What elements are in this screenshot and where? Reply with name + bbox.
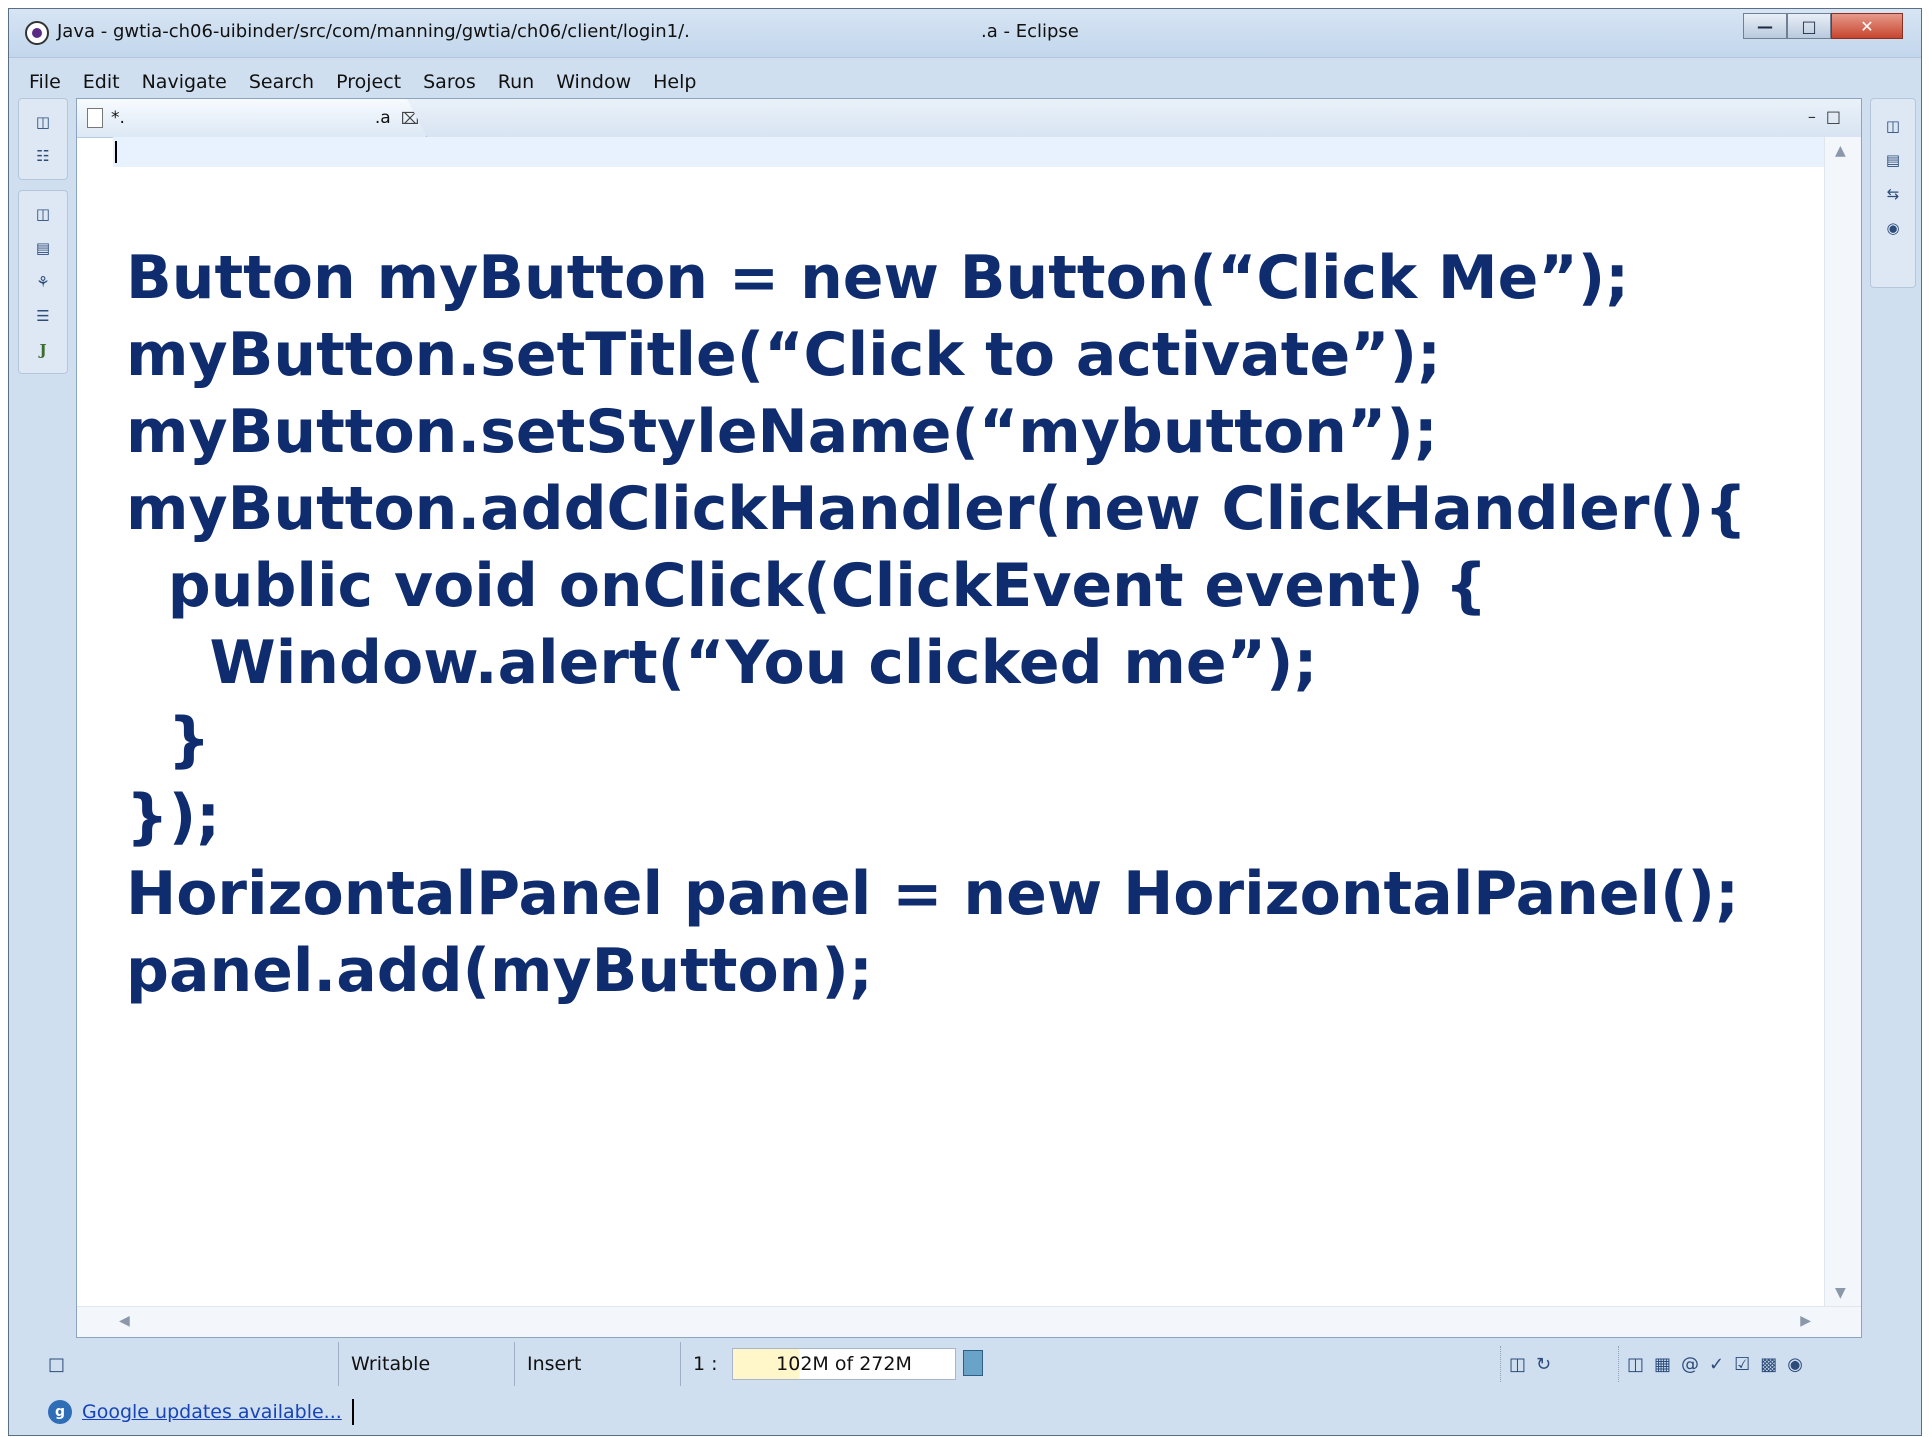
problems-icon[interactable]: ▦: [1654, 1354, 1671, 1375]
editor-tab-strip: *. .a ⌧ –□: [77, 99, 1861, 138]
tasks-icon[interactable]: ☑: [1734, 1354, 1750, 1375]
view-controls[interactable]: –□: [1808, 107, 1851, 126]
menu-navigate[interactable]: Navigate: [142, 71, 227, 93]
bottom-right-trim-1: ◫ ↻: [1500, 1346, 1559, 1382]
menu-edit[interactable]: Edit: [83, 71, 120, 93]
menu-file[interactable]: File: [29, 71, 61, 93]
heap-status[interactable]: 102M of 272M: [732, 1348, 956, 1380]
right-trim-toolbar: ◫ ▤ ⇆ ◉: [1870, 98, 1916, 288]
bottom-right-trim-2: ◫ ▦ @ ✓ ☑ ▩ ◉: [1618, 1346, 1811, 1382]
fast-view-icon[interactable]: □: [48, 1354, 65, 1375]
servers-icon[interactable]: ◉: [1882, 217, 1904, 239]
scroll-right-icon[interactable]: ▶: [1800, 1313, 1811, 1329]
hierarchy-icon[interactable]: ☷: [32, 145, 54, 167]
progress-icon[interactable]: ↻: [1536, 1354, 1551, 1375]
code-line: }: [126, 705, 211, 775]
restore-icon[interactable]: ◫: [32, 203, 54, 225]
garbage-collect-icon[interactable]: [963, 1350, 983, 1376]
scroll-left-icon[interactable]: ◀: [119, 1313, 130, 1329]
updates-link[interactable]: Google updates available...: [82, 1401, 342, 1423]
status-separator: [351, 1399, 354, 1425]
menu-bar: File Edit Navigate Search Project Saros …: [9, 64, 1921, 100]
document-icon: [87, 108, 103, 128]
minimize-button[interactable]: —: [1743, 13, 1787, 39]
type-hierarchy-icon[interactable]: ⚘: [32, 271, 54, 293]
status-insert-mode: Insert: [514, 1342, 680, 1386]
scroll-up-icon[interactable]: ▲: [1835, 143, 1846, 159]
web-icon[interactable]: ◉: [1787, 1354, 1803, 1375]
code-line: Button myButton = new Button(“Click Me”)…: [126, 243, 1630, 313]
menu-project[interactable]: Project: [336, 71, 401, 93]
window-title-suffix: .a - Eclipse: [981, 21, 1079, 42]
javadoc-icon[interactable]: @: [1681, 1354, 1699, 1375]
code-line: panel.add(myButton);: [126, 936, 873, 1006]
restore-icon[interactable]: ◫: [32, 111, 54, 133]
code-block: Button myButton = new Button(“Click Me”)…: [126, 240, 1747, 1010]
code-line: myButton.addClickHandler(new ClickHandle…: [126, 474, 1747, 544]
restore-icon[interactable]: ◫: [1882, 115, 1904, 137]
menu-search[interactable]: Search: [249, 71, 314, 93]
current-line-highlight: [113, 137, 1827, 167]
editor-tab-label: *.: [111, 108, 125, 128]
search-results-icon[interactable]: ✓: [1709, 1354, 1724, 1375]
updates-notification: g Google updates available...: [18, 1394, 354, 1430]
horizontal-scrollbar[interactable]: ◀ ▶: [77, 1306, 1861, 1337]
left-trim-group-bottom: ◫ ▤ ⚘ ☰ J: [18, 190, 68, 374]
package-explorer-icon[interactable]: ▤: [32, 237, 54, 259]
task-list-icon[interactable]: ▤: [1882, 149, 1904, 171]
close-tab-icon[interactable]: ⌧: [401, 109, 419, 128]
editor-tab-label-suffix: .a: [374, 108, 391, 128]
code-line: myButton.setStyleName(“mybutton”);: [126, 397, 1438, 467]
maximize-button[interactable]: □: [1787, 13, 1831, 39]
code-line: public void onClick(ClickEvent event) {: [126, 551, 1488, 621]
outline-icon[interactable]: ☰: [32, 305, 54, 327]
code-line: });: [126, 782, 221, 852]
status-writable: Writable: [338, 1342, 514, 1386]
eclipse-logo-icon: [25, 21, 49, 45]
editor-tab[interactable]: *. .a ⌧: [77, 99, 427, 137]
vertical-scrollbar[interactable]: ▲ ▼: [1824, 137, 1861, 1307]
code-line: myButton.setTitle(“Click to activate”);: [126, 320, 1441, 390]
junit-icon[interactable]: J: [32, 339, 54, 361]
status-position: 1 :: [680, 1342, 730, 1386]
menu-run[interactable]: Run: [498, 71, 534, 93]
window-title: Java - gwtia-ch06-uibinder/src/com/manni…: [57, 21, 690, 42]
google-icon: g: [48, 1400, 72, 1424]
title-bar: Java - gwtia-ch06-uibinder/src/com/manni…: [9, 9, 1921, 58]
code-line: Window.alert(“You clicked me”);: [126, 628, 1318, 698]
text-caret: [115, 141, 117, 163]
restore-icon[interactable]: ◫: [1509, 1354, 1526, 1375]
menu-window[interactable]: Window: [556, 71, 631, 93]
restore-icon[interactable]: ◫: [1627, 1354, 1644, 1375]
console-icon[interactable]: ▩: [1760, 1354, 1777, 1375]
scroll-down-icon[interactable]: ▼: [1835, 1285, 1846, 1301]
code-line: HorizontalPanel panel = new HorizontalPa…: [126, 859, 1739, 929]
left-trim-group-top: ◫ ☷: [18, 98, 68, 180]
menu-help[interactable]: Help: [653, 71, 696, 93]
left-trim-toolbar: ◫ ☷ ◫ ▤ ⚘ ☰ J: [18, 98, 68, 428]
menu-saros[interactable]: Saros: [423, 71, 476, 93]
close-button[interactable]: ✕: [1831, 13, 1903, 39]
changes-icon[interactable]: ⇆: [1882, 183, 1904, 205]
